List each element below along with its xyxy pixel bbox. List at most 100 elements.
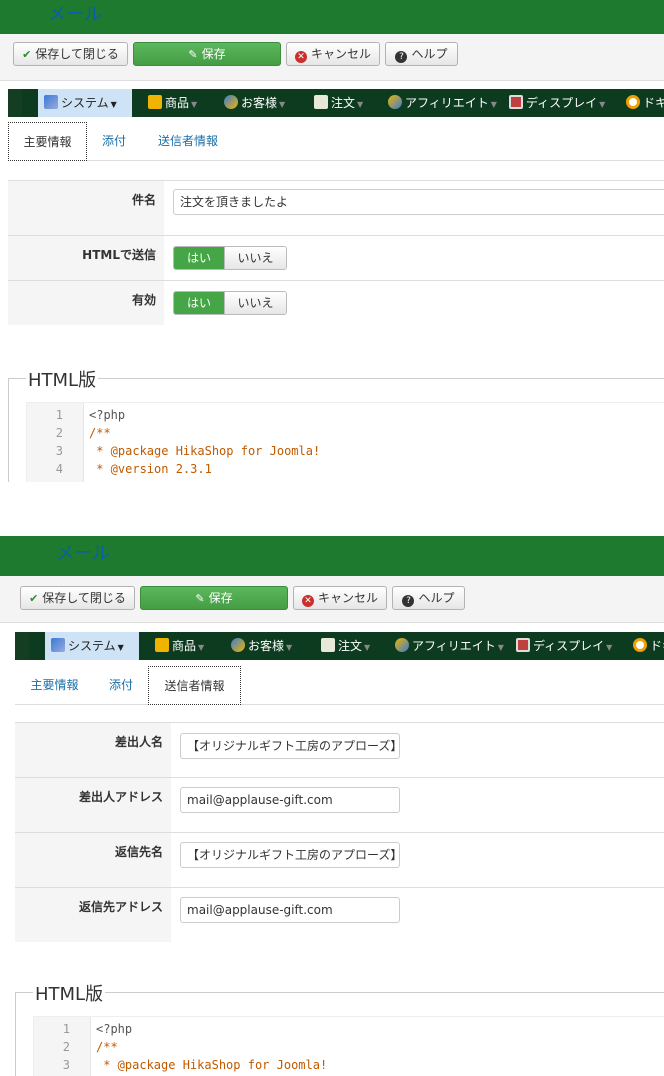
affiliates-icon bbox=[388, 95, 402, 109]
page-title: メール bbox=[48, 4, 102, 25]
from-name-label: 差出人名 bbox=[15, 723, 171, 777]
save-label: 保存 bbox=[201, 47, 226, 61]
html-version-legend: HTML版 bbox=[33, 980, 106, 1006]
tab-attachments[interactable]: 添付 bbox=[99, 666, 143, 704]
caret-down-icon: ▼ bbox=[286, 643, 293, 652]
menu-docs-label: ドキュ bbox=[650, 639, 664, 653]
code-line: <?php bbox=[96, 1022, 133, 1036]
save-close-label: 保存して閉じる bbox=[42, 591, 126, 605]
menu-affiliates-label: アフィリエイト bbox=[405, 96, 489, 110]
tab-attachments-label: 添付 bbox=[108, 678, 133, 692]
send-html-no[interactable]: いいえ bbox=[224, 247, 286, 269]
send-html-row: HTMLで送信 はい いいえ bbox=[8, 236, 664, 281]
orders-icon bbox=[321, 638, 335, 652]
menu-orders[interactable]: 注文 ▼ bbox=[314, 89, 363, 117]
menu-docs[interactable]: ドキュ bbox=[633, 632, 664, 660]
save-close-label: 保存して閉じる bbox=[35, 47, 119, 61]
docs-icon bbox=[633, 638, 647, 652]
reply-name-input[interactable]: 【オリジナルギフト工房のアプローズ】 bbox=[180, 842, 400, 868]
menu-system-label: システム bbox=[61, 96, 109, 110]
caret-down-icon: ▼ bbox=[110, 100, 117, 109]
enabled-yes[interactable]: はい bbox=[174, 292, 224, 314]
sender-info-form: 差出人名 【オリジナルギフト工房のアプローズ】 差出人アドレス mail@app… bbox=[15, 722, 664, 942]
cancel-button[interactable]: ✕ キャンセル bbox=[286, 42, 380, 66]
menu-products-label: 商品 bbox=[172, 639, 197, 653]
line-number: 1 bbox=[62, 1022, 70, 1036]
menu-orders[interactable]: 注文 ▼ bbox=[321, 632, 370, 660]
tab-main-info[interactable]: 主要情報 bbox=[8, 122, 87, 161]
docs-icon bbox=[626, 95, 640, 109]
panel-sender-info: メール ✔ 保存して閉じる ✎ 保存 ✕ キャンセル ? ヘルプ システム ▼ 商品 ▼ お… bbox=[0, 536, 664, 1076]
tab-main-info[interactable]: 主要情報 bbox=[15, 666, 94, 704]
menu-products[interactable]: 商品 ▼ bbox=[155, 632, 204, 660]
help-icon: ? bbox=[402, 595, 415, 607]
help-icon: ? bbox=[395, 51, 408, 63]
cancel-label: キャンセル bbox=[317, 591, 378, 605]
menu-customers[interactable]: お客様 ▼ bbox=[224, 89, 285, 117]
help-button[interactable]: ? ヘルプ bbox=[385, 42, 458, 66]
cancel-label: キャンセル bbox=[310, 47, 371, 61]
code-editor[interactable]: 1 <?php 2 /** 3 * @package HikaShop for … bbox=[33, 1016, 664, 1076]
toolbar: ✔ 保存して閉じる ✎ 保存 ✕ キャンセル ? ヘルプ bbox=[0, 576, 664, 623]
cancel-button[interactable]: ✕ キャンセル bbox=[293, 586, 387, 610]
menu-affiliates[interactable]: アフィリエイト ▼ bbox=[395, 632, 504, 660]
html-version-legend: HTML版 bbox=[26, 366, 99, 392]
code-editor[interactable]: 1 <?php 2 /** 3 * @package HikaShop for … bbox=[26, 402, 664, 482]
save-button[interactable]: ✎ 保存 bbox=[140, 586, 288, 610]
code-line: /** bbox=[89, 426, 111, 440]
help-label: ヘルプ bbox=[418, 591, 455, 605]
tab-sender-info[interactable]: 送信者情報 bbox=[146, 122, 230, 160]
line-number: 2 bbox=[55, 426, 63, 440]
caret-down-icon: ▼ bbox=[599, 100, 606, 109]
reply-email-label: 返信先アドレス bbox=[15, 888, 171, 942]
save-close-button[interactable]: ✔ 保存して閉じる bbox=[13, 42, 128, 66]
caret-down-icon: ▼ bbox=[364, 643, 371, 652]
subject-row: 件名 注文を頂きましたよ bbox=[8, 181, 664, 236]
tab-bar: 主要情報 添付 送信者情報 bbox=[8, 122, 664, 161]
check-icon: ✔ bbox=[29, 592, 39, 605]
line-number: 3 bbox=[55, 444, 63, 458]
title-bar: メール bbox=[0, 536, 664, 576]
help-button[interactable]: ? ヘルプ bbox=[392, 586, 465, 610]
edit-icon: ✎ bbox=[188, 48, 198, 61]
send-html-toggle[interactable]: はい いいえ bbox=[173, 246, 287, 270]
menu-display[interactable]: ディスプレイ ▼ bbox=[516, 632, 612, 660]
save-close-button[interactable]: ✔ 保存して閉じる bbox=[20, 586, 135, 610]
caret-down-icon: ▼ bbox=[490, 100, 497, 109]
tab-sender-info-label: 送信者情報 bbox=[157, 134, 218, 148]
menu-affiliates[interactable]: アフィリエイト ▼ bbox=[388, 89, 497, 117]
menu-system[interactable]: システム ▼ bbox=[45, 632, 139, 660]
send-html-yes[interactable]: はい bbox=[174, 247, 224, 269]
from-email-input[interactable]: mail@applause-gift.com bbox=[180, 787, 400, 813]
menu-display-label: ディスプレイ bbox=[533, 639, 605, 653]
reply-name-row: 返信先名 【オリジナルギフト工房のアプローズ】 bbox=[15, 833, 664, 888]
menu-orders-label: 注文 bbox=[331, 96, 356, 110]
menu-system[interactable]: システム ▼ bbox=[38, 89, 132, 117]
menu-customers-label: お客様 bbox=[248, 639, 285, 653]
tab-main-info-label: 主要情報 bbox=[30, 678, 79, 692]
code-line: /** bbox=[96, 1040, 118, 1054]
tab-attachments[interactable]: 添付 bbox=[92, 122, 136, 160]
title-bar: メール bbox=[0, 0, 664, 34]
tab-bar: 主要情報 添付 送信者情報 bbox=[15, 666, 664, 705]
enabled-toggle[interactable]: はい いいえ bbox=[173, 291, 287, 315]
page-title: メール bbox=[56, 543, 110, 564]
menu-docs[interactable]: ドキュ bbox=[626, 89, 664, 117]
line-number: 2 bbox=[62, 1040, 70, 1054]
from-name-input[interactable]: 【オリジナルギフト工房のアプローズ】 bbox=[180, 733, 400, 759]
caret-down-icon: ▼ bbox=[117, 643, 124, 652]
reply-email-input[interactable]: mail@applause-gift.com bbox=[180, 897, 400, 923]
display-icon bbox=[516, 638, 530, 652]
caret-down-icon: ▼ bbox=[357, 100, 364, 109]
subject-input[interactable]: 注文を頂きましたよ bbox=[173, 189, 664, 215]
tab-sender-info[interactable]: 送信者情報 bbox=[148, 666, 241, 705]
enabled-no[interactable]: いいえ bbox=[224, 292, 286, 314]
menu-display[interactable]: ディスプレイ ▼ bbox=[509, 89, 605, 117]
save-button[interactable]: ✎ 保存 bbox=[133, 42, 281, 66]
tab-attachments-label: 添付 bbox=[101, 134, 126, 148]
send-html-label: HTMLで送信 bbox=[8, 236, 164, 280]
cancel-icon: ✕ bbox=[301, 595, 314, 607]
menu-system-label: システム bbox=[68, 639, 116, 653]
menu-products[interactable]: 商品 ▼ bbox=[148, 89, 197, 117]
menu-customers[interactable]: お客様 ▼ bbox=[231, 632, 292, 660]
